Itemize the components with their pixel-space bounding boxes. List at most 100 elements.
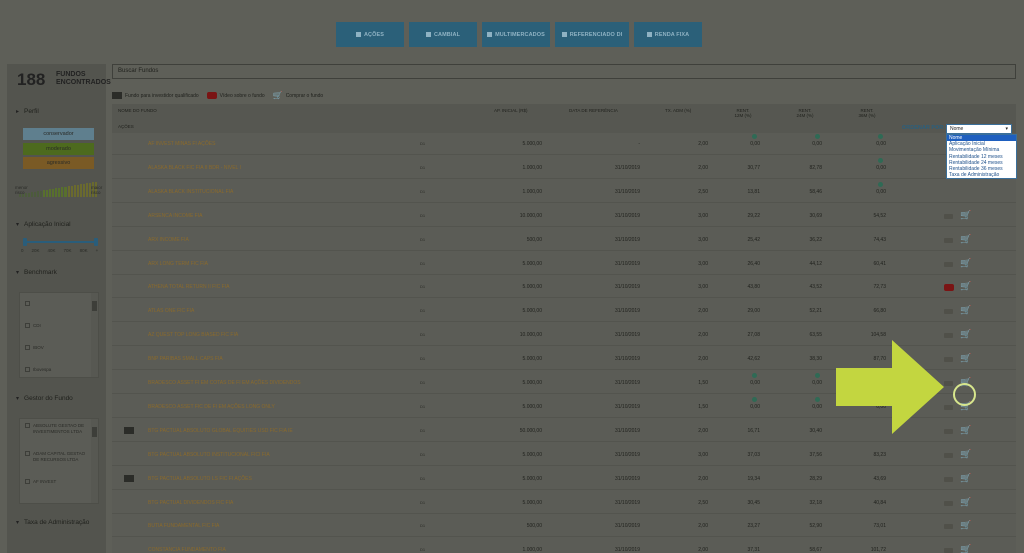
- filter-manager-header[interactable]: ▾ Gestor do Fundo: [16, 395, 73, 402]
- manager-option[interactable]: ABSOLUTE GESTAO DE INVESTIMENTOS LTDA: [25, 423, 89, 435]
- info-dot-icon[interactable]: [878, 134, 883, 139]
- buy-cart-icon[interactable]: 🛒: [960, 281, 971, 292]
- buy-cart-icon[interactable]: 🛒: [960, 210, 971, 221]
- table-row[interactable]: ARX INCOME FIA D1 500,00 31/10/2019 3,00 25,4…: [112, 229, 1016, 251]
- info-icon[interactable]: [944, 524, 953, 530]
- initial-range-max-handle[interactable]: [94, 238, 98, 246]
- col-initial[interactable]: AP. INICIAL (R$): [494, 108, 528, 113]
- profile-moderate-button[interactable]: moderado: [23, 143, 94, 155]
- buy-cart-icon[interactable]: 🛒: [960, 234, 971, 245]
- checkbox[interactable]: [25, 345, 30, 350]
- tab-multimercados[interactable]: MULTIMERCADOS: [482, 22, 550, 47]
- info-icon[interactable]: [944, 381, 953, 386]
- info-icon[interactable]: [944, 237, 953, 243]
- manager-option[interactable]: AF INVEST: [25, 479, 89, 485]
- col-r36[interactable]: RENT. 36M (%): [856, 108, 878, 118]
- buy-cart-icon[interactable]: 🛒: [960, 353, 971, 364]
- info-dot-icon[interactable]: [752, 134, 757, 139]
- table-row[interactable]: ATLAS ONE FIC FIA D1 5.000,00 31/10/2019 2,0…: [112, 300, 1016, 323]
- checkbox[interactable]: [25, 323, 30, 328]
- table-row[interactable]: ALASKA BLACK FIC FIA II BDR - NIVEL I D1 1…: [112, 157, 1016, 179]
- info-icon[interactable]: [944, 261, 953, 267]
- checkbox[interactable]: [25, 367, 30, 372]
- fund-name-link[interactable]: BTG PACTUAL ABSOLUTO INSTITUCIONAL FICI …: [148, 452, 270, 458]
- fund-name-link[interactable]: ALASKA BLACK INSTITUCIONAL FIA: [148, 189, 233, 195]
- tab-cambial[interactable]: CAMBIAL: [409, 22, 477, 47]
- benchmark-option[interactable]: Ibovespa: [25, 367, 51, 373]
- buy-cart-icon[interactable]: 🛒: [960, 329, 971, 340]
- col-date[interactable]: DATA DE REFERÊNCIA: [569, 108, 618, 113]
- fund-name-link[interactable]: ATHENA TOTAL RETURN II FIC FIA: [148, 284, 229, 290]
- table-row[interactable]: BTG PACTUAL ABSOLUTO LS FIC FI AÇÕES D1 5.…: [112, 468, 1016, 490]
- initial-range-min-handle[interactable]: [23, 238, 27, 246]
- manager-scrollbar[interactable]: [91, 419, 98, 503]
- info-dot-icon[interactable]: [815, 134, 820, 139]
- fund-name-link[interactable]: BTG PACTUAL ABSOLUTO LS FIC FI AÇÕES: [148, 476, 252, 482]
- fund-name-link[interactable]: BRADESCO ASSET FI EM COTAS DE FI EM AÇÕE…: [148, 380, 301, 386]
- profile-conservative-button[interactable]: conservador: [23, 128, 94, 140]
- info-icon[interactable]: [944, 428, 953, 434]
- table-row[interactable]: ALASKA BLACK INSTITUCIONAL FIA D1 1.000,00…: [112, 181, 1016, 203]
- filter-fee-header[interactable]: ▾ Taxa de Administração: [16, 519, 89, 526]
- info-dot-icon[interactable]: [752, 396, 757, 402]
- info-icon[interactable]: [944, 404, 953, 410]
- table-row[interactable]: ARSENCA INCOME FIA D1 10.000,00 31/10/2019 3…: [112, 205, 1016, 227]
- fund-name-link[interactable]: AZ QUEST TOP LONG BIASED FIC FIA: [148, 332, 238, 338]
- checkbox[interactable]: [25, 451, 30, 456]
- info-icon[interactable]: [944, 309, 953, 315]
- buy-cart-icon[interactable]: 🛒: [960, 305, 971, 316]
- filter-profile-header[interactable]: ▸ Perfil: [16, 108, 39, 115]
- buy-cart-icon[interactable]: 🛒: [960, 520, 971, 531]
- fund-name-link[interactable]: ARX INCOME FIA: [148, 237, 189, 243]
- table-row[interactable]: CONSTANCIA FUNDAMENTO FIA D1 1.000,00 31/10…: [112, 539, 1016, 553]
- checkbox[interactable]: [25, 423, 30, 428]
- buy-cart-icon[interactable]: 🛒: [960, 497, 971, 508]
- fund-name-link[interactable]: ALASKA BLACK FIC FIA II BDR - NIVEL I: [148, 165, 241, 171]
- table-row[interactable]: BUTIA FUNDAMENTAL FIC FIA D1 500,00 31/10/2…: [112, 515, 1016, 538]
- info-dot-icon[interactable]: [752, 373, 757, 378]
- fund-name-link[interactable]: ARSENCA INCOME FIA: [148, 213, 202, 219]
- info-icon[interactable]: [944, 548, 953, 553]
- fund-name-link[interactable]: AF INVEST MINAS FI AÇÕES: [148, 141, 215, 147]
- info-dot-icon[interactable]: [878, 157, 883, 163]
- youtube-icon[interactable]: [944, 284, 954, 292]
- table-row[interactable]: BTG PACTUAL DIVIDENDOS FIC FIA D1 5.000,00…: [112, 492, 1016, 514]
- info-icon[interactable]: [944, 500, 953, 506]
- fund-name-link[interactable]: BNP PARIBAS SMALL CAPS FIA: [148, 356, 223, 362]
- fund-name-link[interactable]: BUTIA FUNDAMENTAL FIC FIA: [148, 523, 219, 529]
- benchmark-option[interactable]: [25, 301, 33, 306]
- sort-select[interactable]: Nome ▾: [946, 124, 1012, 134]
- col-fee[interactable]: TX. ADM (%): [665, 108, 691, 113]
- info-icon[interactable]: [944, 213, 953, 219]
- buy-cart-icon[interactable]: 🛒: [960, 425, 971, 436]
- search-input[interactable]: Buscar Fundos: [112, 64, 1016, 79]
- benchmark-scrollbar[interactable]: [91, 293, 98, 377]
- info-icon[interactable]: [944, 357, 953, 363]
- checkbox[interactable]: [25, 479, 30, 484]
- filter-benchmark-header[interactable]: ▾ Benchmark: [16, 269, 57, 276]
- fund-name-link[interactable]: ATLAS ONE FIC FIA: [148, 308, 194, 314]
- fund-name-link[interactable]: BRADESCO ASSET FIC DE FI EM AÇÕES LONG O…: [148, 404, 275, 410]
- buy-cart-icon[interactable]: 🛒: [960, 473, 971, 484]
- table-row[interactable]: ATHENA TOTAL RETURN II FIC FIA D1 5.000,00…: [112, 276, 1016, 299]
- profile-aggressive-button[interactable]: agressivo: [23, 157, 94, 169]
- info-icon[interactable]: [944, 333, 953, 339]
- table-row[interactable]: BTG PACTUAL ABSOLUTO INSTITUCIONAL FICI …: [112, 444, 1016, 466]
- tab-ações[interactable]: AÇÕES: [336, 22, 404, 47]
- info-icon[interactable]: [944, 476, 953, 482]
- buy-cart-icon[interactable]: 🛒: [960, 449, 971, 460]
- info-icon[interactable]: [944, 452, 953, 458]
- col-name[interactable]: NOME DO FUNDO: [118, 108, 157, 113]
- tab-renda-fixa[interactable]: RENDA FIXA: [634, 22, 702, 47]
- fund-name-link[interactable]: CONSTANCIA FUNDAMENTO FIA: [148, 547, 226, 553]
- info-dot-icon[interactable]: [815, 373, 820, 378]
- fund-name-link[interactable]: BTG PACTUAL DIVIDENDOS FIC FIA: [148, 500, 233, 506]
- info-dot-icon[interactable]: [815, 396, 820, 402]
- manager-option[interactable]: ADAM CAPITAL GESTAO DE RECURSOS LTDA: [25, 451, 89, 463]
- benchmark-option[interactable]: CDI: [25, 323, 41, 329]
- benchmark-option[interactable]: IBOV: [25, 345, 44, 351]
- sort-option[interactable]: Taxa de Administração: [947, 172, 1016, 178]
- info-dot-icon[interactable]: [878, 181, 883, 187]
- buy-cart-icon[interactable]: 🛒: [960, 258, 971, 269]
- filter-initial-header[interactable]: ▾ Aplicação Inicial: [16, 221, 71, 228]
